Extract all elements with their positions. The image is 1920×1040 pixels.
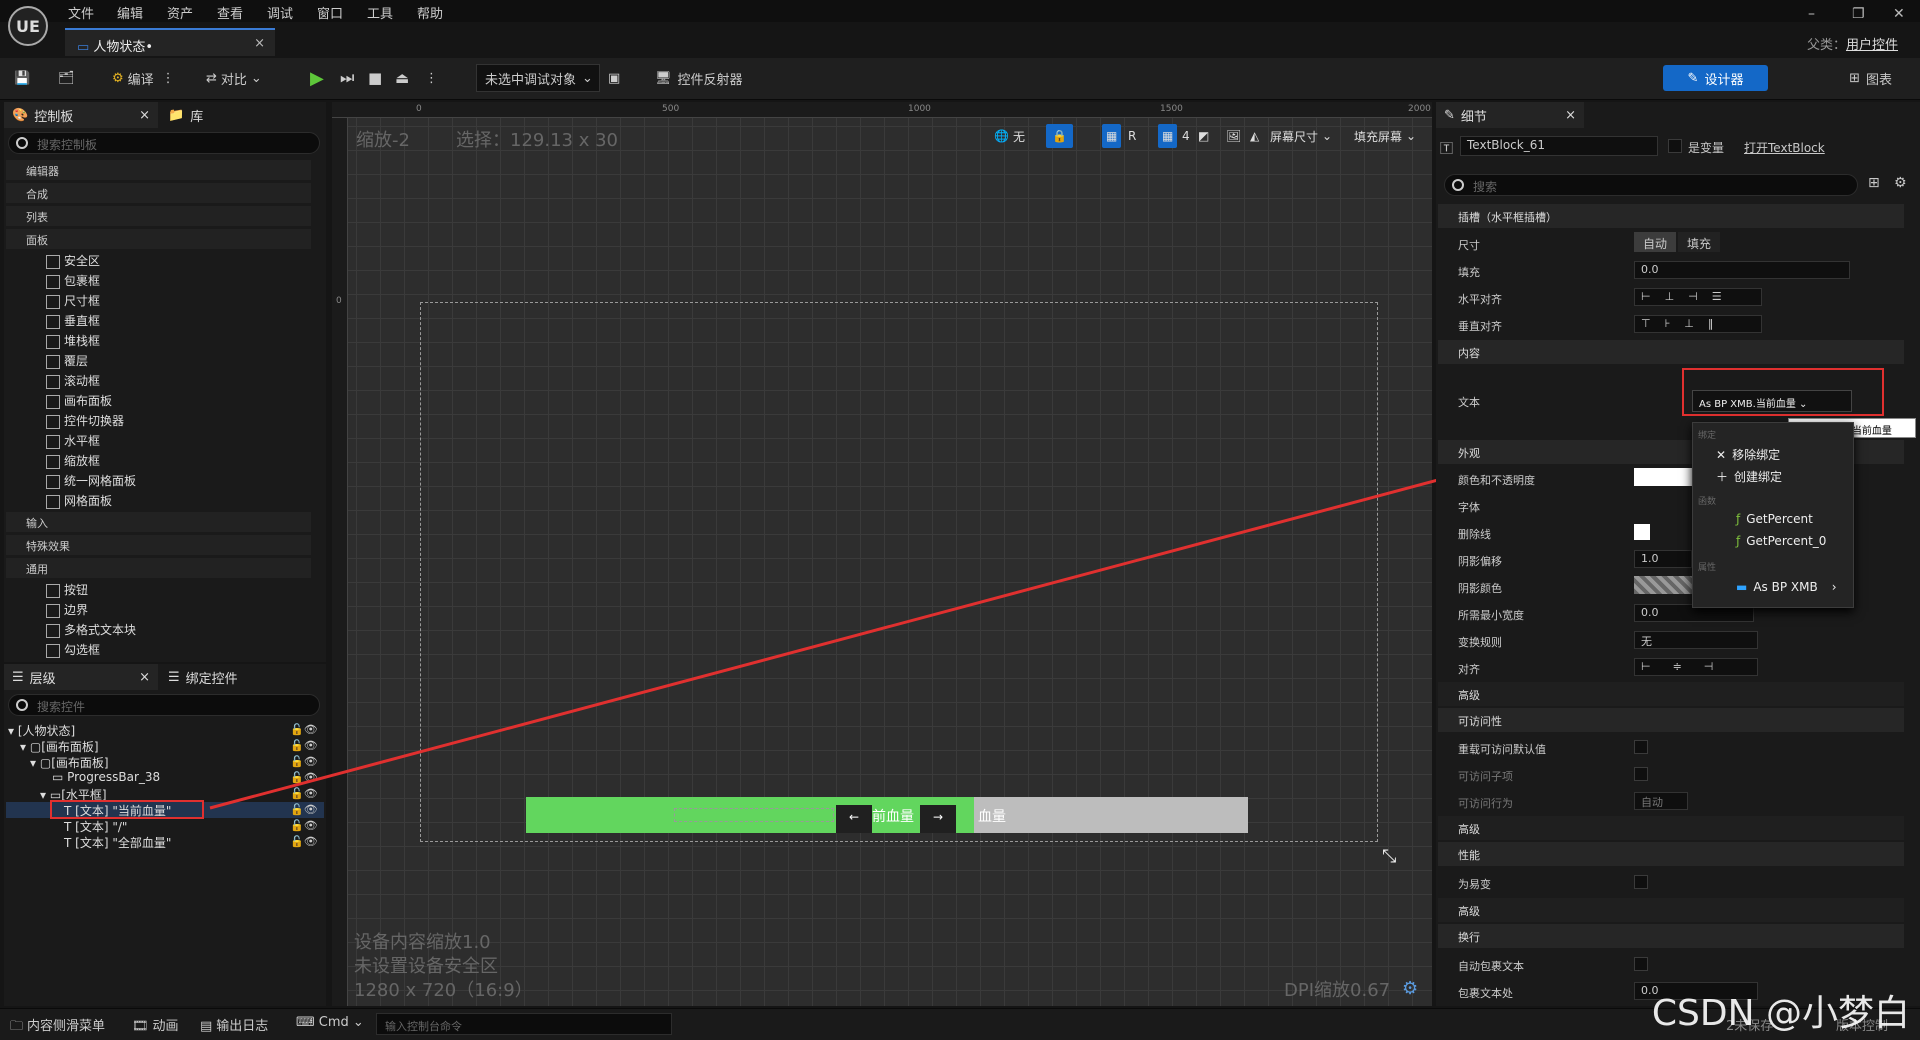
prop-hint: 属性 <box>1698 563 1717 573</box>
chevron-right-icon: › <box>1831 580 1837 594</box>
v-align-buttons[interactable]: ⊤⊦⊥‖ <box>1634 315 1762 333</box>
table-view-icon[interactable]: ⊞ <box>1868 175 1880 191</box>
size-auto-button[interactable]: 自动 <box>1634 232 1676 252</box>
is-variable-label: 是变量 <box>1688 141 1725 155</box>
console-input[interactable]: 输入控制台命令 <box>376 1013 672 1035</box>
log-label: 输出日志 <box>216 1019 269 1034</box>
create-binding-item[interactable]: ＋ 创建绑定 <box>1716 468 1782 485</box>
size-label: 尺寸 <box>1458 239 1480 252</box>
access-behavior-select[interactable]: 自动 <box>1634 792 1688 810</box>
shadow-offset-input[interactable]: 1.0 <box>1634 550 1692 568</box>
min-width-label: 所需最小宽度 <box>1458 609 1524 622</box>
section-wrapping[interactable]: 换行 <box>1438 924 1904 948</box>
v-align-label: 垂直对齐 <box>1458 320 1502 333</box>
section-advanced-2[interactable]: 高级 <box>1438 816 1904 840</box>
function-item-getpercent-0[interactable]: ƒ GetPercent_0 <box>1736 534 1826 548</box>
wrap-at-label: 包裹文本处 <box>1458 987 1513 1000</box>
section-accessibility[interactable]: 可访问性 <box>1438 708 1904 732</box>
override-access-label: 重载可访问默认值 <box>1458 743 1546 756</box>
close-icon: ✕ <box>1716 448 1727 462</box>
access-children-checkbox[interactable] <box>1634 767 1648 781</box>
terminal-icon: ⌨ <box>296 1015 315 1030</box>
section-performance[interactable]: 性能 <box>1438 842 1904 866</box>
function-label: GetPercent_0 <box>1746 534 1827 548</box>
property-label: As BP XMB <box>1753 580 1818 594</box>
h-align-label: 水平对齐 <box>1458 293 1502 306</box>
strike-label: 删除线 <box>1458 528 1491 541</box>
shadow-color-swatch[interactable] <box>1634 576 1692 594</box>
access-behavior-label: 可访问行为 <box>1458 797 1513 810</box>
shadow-offset-label: 阴影偏移 <box>1458 555 1502 568</box>
bind-hint: 绑定 <box>1698 431 1717 441</box>
function-icon: ƒ <box>1736 534 1741 548</box>
highlight-box <box>1682 368 1884 416</box>
shadow-color-label: 阴影颜色 <box>1458 582 1502 595</box>
anim-label: 动画 <box>152 1019 179 1034</box>
strike-swatch[interactable] <box>1634 524 1650 540</box>
function-label: GetPercent <box>1746 512 1813 526</box>
plus-icon: ＋ <box>1716 470 1729 484</box>
open-textblock-link[interactable]: 打开TextBlock <box>1744 139 1825 156</box>
h-align-buttons[interactable]: ⊢⊥⊣☰ <box>1634 288 1762 306</box>
access-behavior-value: 自动 <box>1641 796 1663 809</box>
details-tab-label: 细节 <box>1460 109 1487 125</box>
property-item-as-bp-xmb[interactable]: ▬ As BP XMB › <box>1736 580 1837 594</box>
section-advanced[interactable]: 高级 <box>1438 682 1904 706</box>
watermark: CSDN @小梦白 <box>1651 993 1910 1034</box>
transform-policy-select[interactable]: 无 <box>1634 631 1758 649</box>
drawer-label: 内容侧滑菜单 <box>27 1019 106 1034</box>
padding-label: 填充 <box>1458 266 1480 279</box>
remove-binding-label: 移除绑定 <box>1732 448 1781 462</box>
drawer-icon: 🗀 <box>10 1019 24 1034</box>
color-opacity-label: 颜色和不透明度 <box>1458 474 1535 487</box>
auto-wrap-label: 自动包裹文本 <box>1458 960 1524 973</box>
output-log-button[interactable]: ▤ 输出日志 <box>200 1015 268 1034</box>
padding-input[interactable]: 0.0 <box>1634 261 1850 279</box>
func-hint: 函数 <box>1698 497 1717 507</box>
variable-icon: ▬ <box>1736 580 1748 594</box>
section-content[interactable]: 内容 <box>1438 340 1904 364</box>
pencil-icon: ✎ <box>1444 107 1455 123</box>
search-icon <box>1452 179 1464 191</box>
cmd-select[interactable]: ⌨ Cmd ⌄ <box>296 1015 364 1030</box>
create-binding-label: 创建绑定 <box>1734 470 1783 484</box>
gear-icon[interactable]: ⚙ <box>1894 175 1907 191</box>
status-bar <box>0 1008 1920 1040</box>
transform-value: 无 <box>1641 635 1652 648</box>
override-access-checkbox[interactable] <box>1634 740 1648 754</box>
cmd-label: Cmd <box>318 1015 349 1030</box>
justification-buttons[interactable]: ⊢≑⊣ <box>1634 658 1758 676</box>
volatile-checkbox[interactable] <box>1634 875 1648 889</box>
color-swatch[interactable] <box>1634 468 1692 486</box>
auto-wrap-checkbox[interactable] <box>1634 957 1648 971</box>
font-label: 字体 <box>1458 501 1480 514</box>
film-icon: 🎞 <box>132 1019 149 1034</box>
volatile-label: 为易变 <box>1458 878 1491 891</box>
transform-policy-label: 变换规则 <box>1458 636 1502 649</box>
close-icon[interactable]: × <box>1565 108 1576 123</box>
details-search-input[interactable]: 搜索 <box>1444 174 1858 196</box>
function-item-getpercent[interactable]: ƒ GetPercent <box>1736 512 1813 526</box>
justification-label: 对齐 <box>1458 663 1480 676</box>
animation-button[interactable]: 🎞 动画 <box>132 1015 179 1034</box>
is-variable-checkbox[interactable] <box>1668 139 1682 153</box>
widget-name-input[interactable]: TextBlock_61 <box>1460 136 1658 156</box>
section-advanced-3[interactable]: 高级 <box>1438 898 1904 922</box>
remove-binding-item[interactable]: ✕ 移除绑定 <box>1716 446 1780 463</box>
tab-details[interactable]: ✎ 细节 × <box>1436 102 1584 128</box>
size-fill-button[interactable]: 填充 <box>1678 232 1720 252</box>
log-icon: ▤ <box>200 1019 213 1034</box>
text-widget-icon: 🅃 <box>1440 142 1454 157</box>
content-drawer-button[interactable]: 🗀 内容侧滑菜单 <box>10 1015 105 1039</box>
text-label: 文本 <box>1458 396 1480 409</box>
access-children-label: 可访问子项 <box>1458 770 1513 783</box>
section-slot[interactable]: 插槽（水平框插槽） <box>1438 204 1904 228</box>
function-icon: ƒ <box>1736 512 1741 526</box>
